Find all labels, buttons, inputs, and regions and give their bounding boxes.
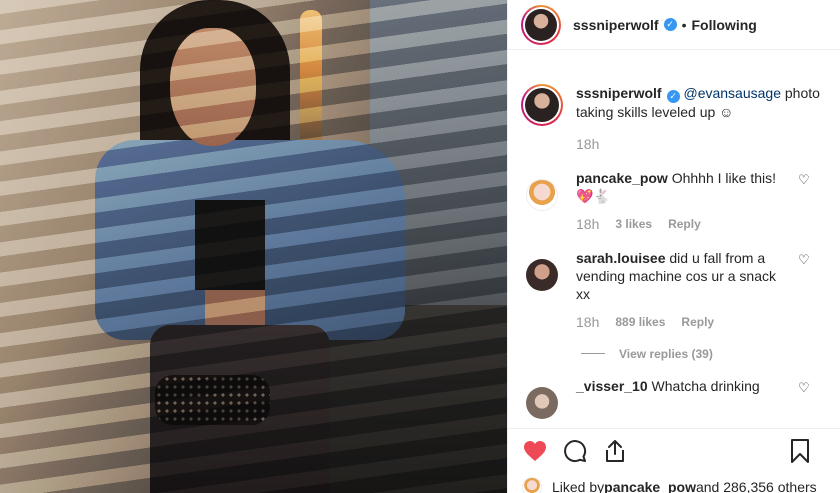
replies-divider <box>581 353 605 354</box>
reply-button[interactable]: Reply <box>681 313 714 331</box>
following-button[interactable]: Following <box>692 17 757 33</box>
share-icon[interactable] <box>602 438 628 464</box>
liked-by-avatar[interactable] <box>522 477 542 493</box>
commenter-avatar[interactable] <box>526 178 558 211</box>
reply-button[interactable]: Reply <box>668 215 701 233</box>
liked-by-suffix[interactable]: and 286,356 others <box>696 479 817 493</box>
comment-text: Whatcha drinking <box>651 377 760 394</box>
caption-username[interactable]: sssniperwolf <box>576 85 662 101</box>
comment-time[interactable]: 18h <box>576 313 599 331</box>
verified-badge-icon: ✓ <box>663 18 677 31</box>
liked-by-user[interactable]: pancake_pow <box>604 479 696 493</box>
comment-like-heart-icon[interactable]: ♡ <box>798 252 812 267</box>
comment-username[interactable]: pancake_pow <box>576 170 668 186</box>
author-avatar[interactable] <box>521 4 561 45</box>
comment-username[interactable]: sarah.louisee <box>576 250 666 266</box>
comment-likes[interactable]: 3 likes <box>615 215 652 233</box>
comment-username[interactable]: _visser_10 <box>576 378 648 394</box>
comments-list[interactable]: sssniperwolf ✓ @evansausage photo taking … <box>508 50 840 428</box>
author-username[interactable]: sssniperwolf <box>573 17 659 33</box>
comment-bubble-icon[interactable] <box>562 438 588 464</box>
view-replies-button[interactable]: View replies (39) <box>581 347 827 361</box>
header-separator: • <box>681 16 687 33</box>
liked-by-line: Liked by pancake_pow and 286,356 others <box>522 477 817 493</box>
comment-like-heart-icon[interactable]: ♡ <box>798 380 812 395</box>
commenter-avatar[interactable] <box>526 258 558 291</box>
caption-time[interactable]: 18h <box>576 135 827 153</box>
liked-by-prefix: Liked by <box>552 479 605 493</box>
author-avatar-image <box>525 8 557 41</box>
caption-avatar[interactable] <box>521 84 563 126</box>
caption-avatar-image <box>525 88 559 122</box>
comment-like-heart-icon[interactable]: ♡ <box>798 172 812 187</box>
comment-likes[interactable]: 889 likes <box>615 313 665 331</box>
post-side-panel: sssniperwolf ✓ • Following sssniperwolf ✓… <box>507 0 840 493</box>
post-modal: sssniperwolf ✓ • Following sssniperwolf ✓… <box>0 0 840 493</box>
view-replies-label: View replies (39) <box>619 346 713 361</box>
post-photo[interactable] <box>0 0 507 493</box>
caption-mention-link[interactable]: @evansausage <box>683 85 781 101</box>
comment-item: _visser_10 Whatcha drinking ♡ <box>521 377 827 419</box>
verified-badge-icon: ✓ <box>666 89 680 103</box>
post-caption: sssniperwolf ✓ @evansausage photo taking … <box>521 50 827 153</box>
heart-filled-icon[interactable] <box>522 438 548 464</box>
comment-item: pancake_pow Ohhhh I like this! 💖🐇 18h 3 … <box>521 169 827 233</box>
action-bar <box>508 428 840 473</box>
commenter-avatar[interactable] <box>526 386 558 419</box>
comment-item: sarah.louisee did u fall from a vending … <box>521 249 827 331</box>
bookmark-icon[interactable] <box>787 438 813 464</box>
post-header: sssniperwolf ✓ • Following <box>508 0 840 50</box>
comment-time[interactable]: 18h <box>576 215 599 233</box>
photo-blind-shadows <box>0 0 507 493</box>
